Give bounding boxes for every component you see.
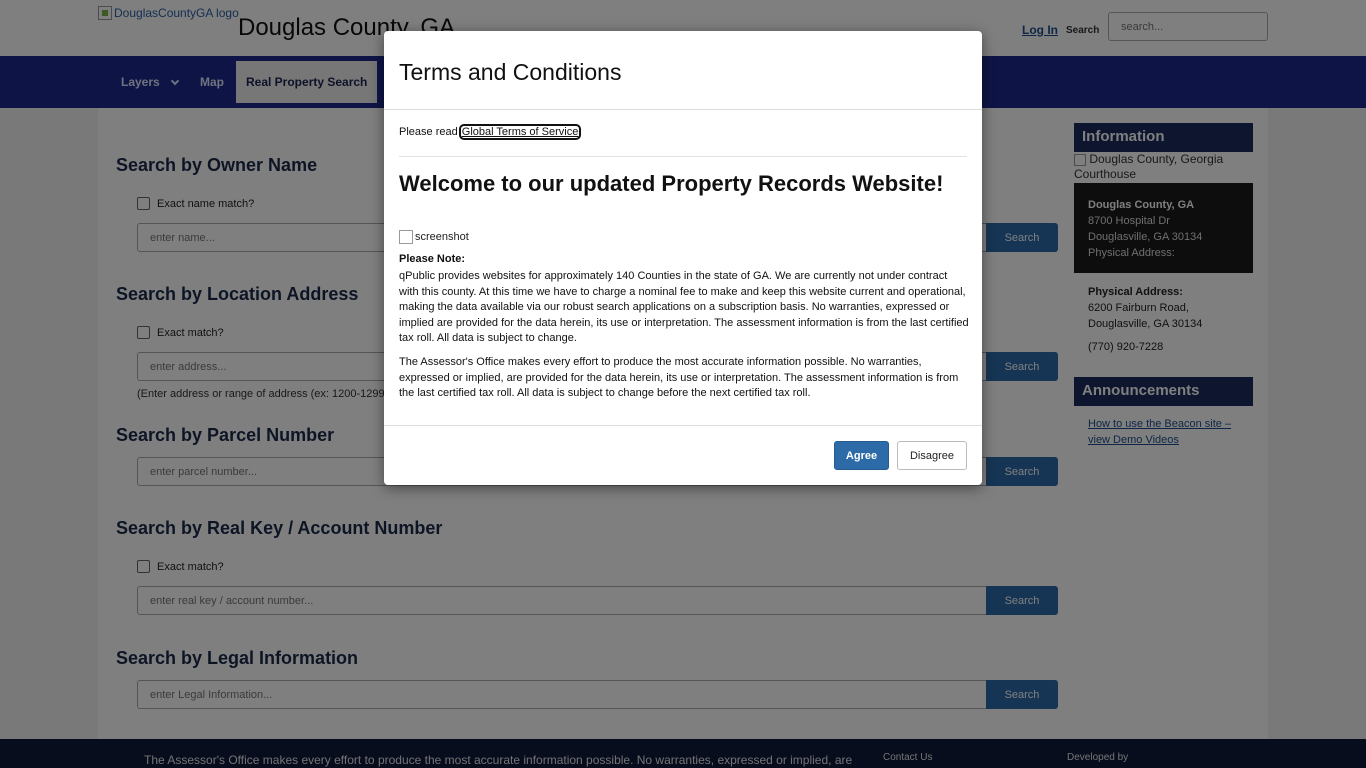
broken-image-icon [399,230,413,244]
disclaimer-paragraph: The Assessor's Office makes every effort… [399,356,959,400]
agree-button[interactable]: Agree [834,441,889,470]
note-paragraph: qPublic provides websites for approximat… [399,270,969,345]
screenshot-image: screenshot [399,230,469,244]
modal-header-divider [384,109,982,110]
terms-modal: Terms and Conditions Please read Global … [384,31,982,485]
modal-footer-divider [384,425,982,426]
please-read-text: Please read Global Terms of Service [399,124,582,140]
welcome-heading: Welcome to our updated Property Records … [399,171,944,196]
disagree-button[interactable]: Disagree [897,441,967,470]
screenshot-alt-text: screenshot [415,231,469,243]
please-read-label: Please read [399,126,458,138]
global-tos-link[interactable]: Global Terms of Service [458,124,582,140]
modal-title: Terms and Conditions [399,59,622,85]
modal-inner-divider [399,156,967,157]
note-heading: Please Note: [399,253,466,265]
